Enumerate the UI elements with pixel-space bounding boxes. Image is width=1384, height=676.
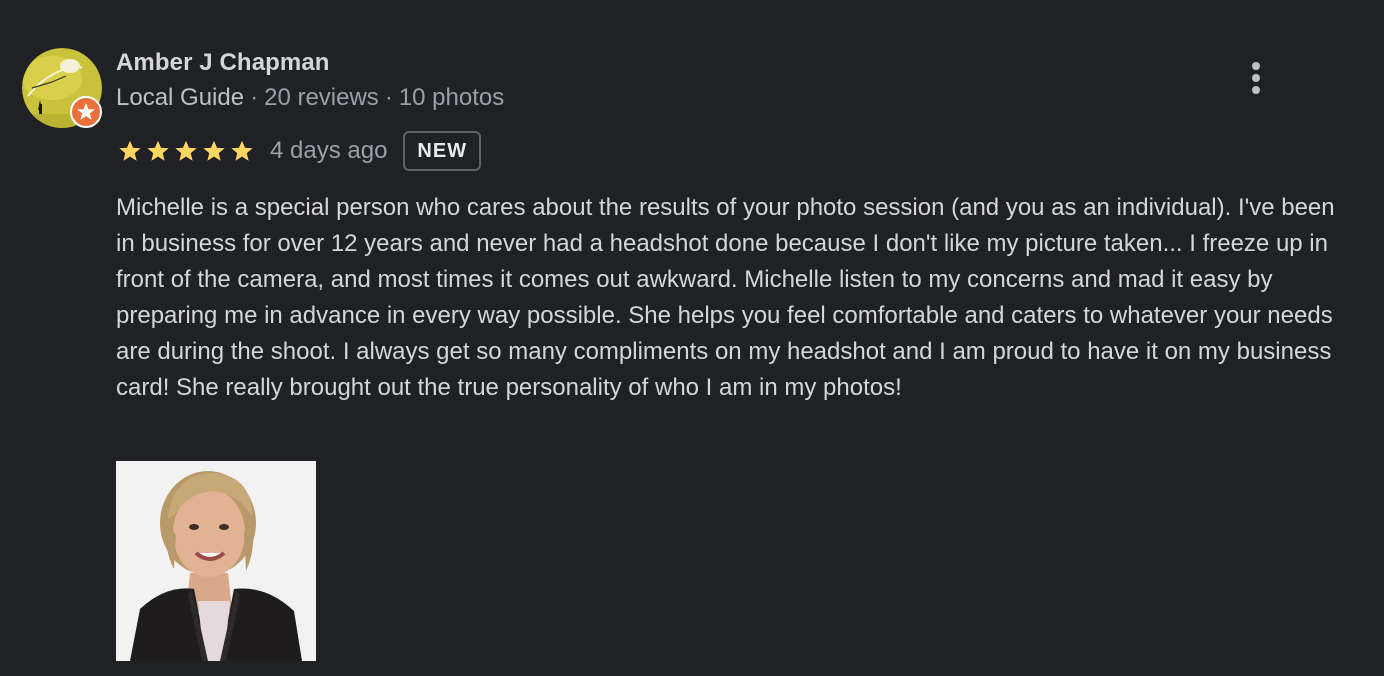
review-card: Amber J Chapman Local Guide · 20 reviews · 1… — [0, 0, 1384, 676]
new-badge: NEW — [403, 131, 482, 171]
star-icon — [231, 140, 253, 161]
star-icon — [119, 140, 141, 161]
rating-row: 4 days ago NEW — [116, 129, 482, 173]
author-meta: Local Guide · 20 reviews · 10 photos — [116, 84, 504, 112]
meta-separator: · — [250, 84, 259, 111]
author-avatar[interactable] — [22, 48, 102, 128]
star-icon — [175, 140, 197, 161]
review-photo[interactable] — [116, 461, 316, 661]
local-guide-badge-icon — [70, 96, 102, 128]
headshot-photo-image — [116, 461, 316, 661]
meta-separator: · — [384, 84, 393, 111]
author-name[interactable]: Amber J Chapman — [116, 49, 330, 77]
review-date: 4 days ago — [270, 137, 388, 164]
star-rating — [116, 138, 256, 164]
author-photos-count: 10 photos — [398, 84, 505, 111]
author-level: Local Guide — [116, 84, 245, 111]
star-icon — [203, 140, 225, 161]
author-reviews-count: 20 reviews — [264, 84, 379, 111]
more-options-button[interactable] — [1236, 56, 1276, 100]
more-vert-icon — [1252, 62, 1260, 94]
star-icon — [147, 140, 169, 161]
review-text: Michelle is a special person who cares a… — [116, 194, 1335, 401]
